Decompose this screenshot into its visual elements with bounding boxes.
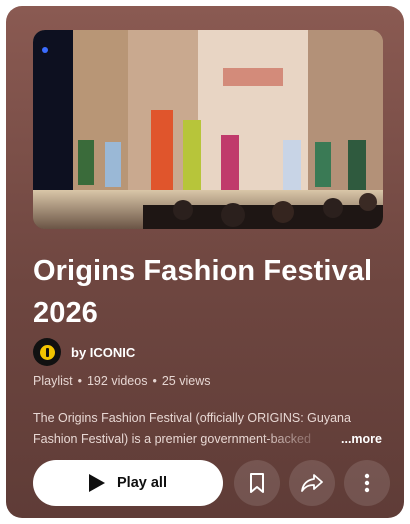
channel-logo-icon [39,344,55,360]
more-vertical-icon [364,473,370,493]
playlist-meta: Playlist • 192 videos • 25 views [33,374,210,388]
more-options-button[interactable] [344,460,390,506]
description-line: The Origins Fashion Festival (officially… [33,411,351,425]
more-link[interactable]: ...more [341,429,382,450]
stage-performance-image [33,30,383,229]
share-button[interactable] [289,460,335,506]
save-button[interactable] [234,460,280,506]
share-icon [301,474,323,492]
bookmark-icon [250,473,264,493]
playlist-type: Playlist [33,374,73,388]
playlist-title: Origins Fashion Festival 2026 [33,255,373,329]
description-line: Fashion Festival) is a premier governmen… [33,432,311,446]
play-all-button[interactable]: Play all [33,460,223,506]
video-count: 192 videos [86,374,148,388]
playlist-description[interactable]: The Origins Fashion Festival (officially… [33,408,383,450]
owner-row[interactable]: by ICONIC [33,338,135,366]
playlist-card: Origins Fashion Festival 2026 by ICONIC … [6,6,404,518]
separator-dot: • [77,374,82,388]
view-count: 25 views [161,374,211,388]
playlist-thumbnail[interactable] [33,30,383,229]
play-all-label: Play all [117,475,167,491]
play-icon [89,474,105,492]
separator-dot: • [152,374,157,388]
channel-name[interactable]: by ICONIC [71,345,135,360]
action-bar: Play all [33,460,390,506]
channel-avatar[interactable] [33,338,61,366]
